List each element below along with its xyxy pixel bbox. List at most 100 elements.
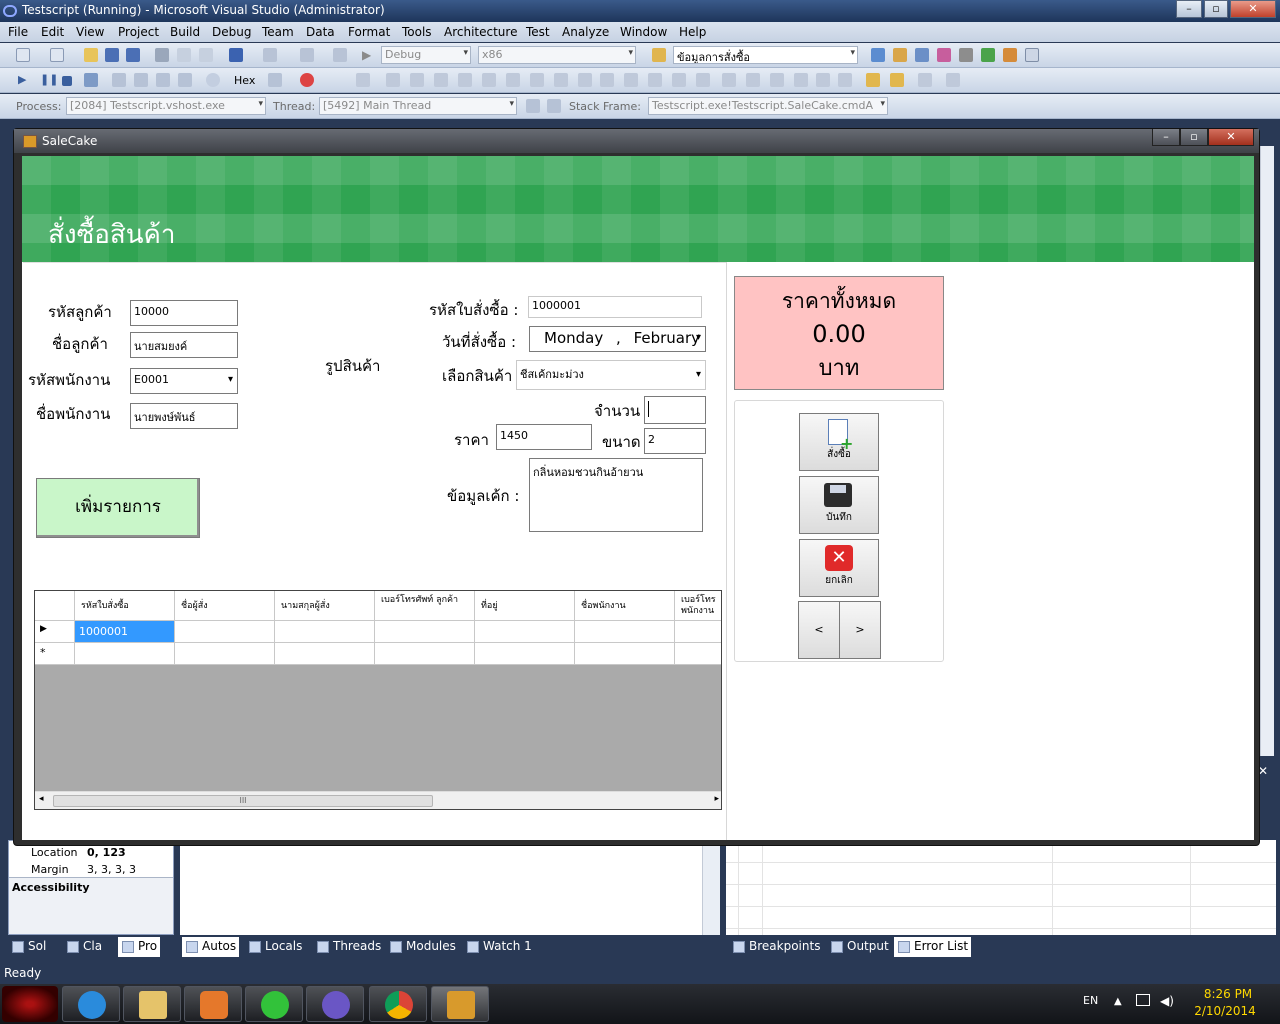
- tab-output[interactable]: Output: [827, 937, 892, 957]
- customer-name-input[interactable]: นายสมยงค์: [130, 332, 238, 358]
- new-project-icon[interactable]: [16, 48, 30, 62]
- menu-build[interactable]: Build: [170, 25, 200, 39]
- find-combo[interactable]: ข้อมูลการสั่งซื้อ ▾: [673, 46, 858, 64]
- prop-location-value[interactable]: 0, 123: [87, 846, 126, 859]
- center-horizontally-icon[interactable]: [816, 73, 830, 87]
- menu-project[interactable]: Project: [118, 25, 159, 39]
- tab-locals[interactable]: Locals: [245, 937, 305, 957]
- continue-icon[interactable]: ▶: [362, 48, 376, 62]
- same-height-icon[interactable]: [554, 73, 568, 87]
- taskbar-chrome[interactable]: [369, 986, 427, 1022]
- stack-frame-combo[interactable]: Testscript.exe!Testscript.SaleCake.cmdA ▾: [648, 97, 888, 115]
- open-folder-icon[interactable]: [84, 48, 98, 62]
- menu-file[interactable]: File: [8, 25, 28, 39]
- size-to-grid-icon[interactable]: [600, 73, 614, 87]
- increase-h-spacing-icon[interactable]: [648, 73, 662, 87]
- tab-breakpoints[interactable]: Breakpoints: [729, 937, 823, 957]
- breakpoints-window-icon[interactable]: [268, 73, 282, 87]
- tray-language[interactable]: EN: [1083, 994, 1098, 1007]
- taskbar-explorer[interactable]: [123, 986, 181, 1022]
- cancel-button[interactable]: ✕ ยกเลิก: [799, 539, 879, 597]
- quick-watch-icon[interactable]: [206, 73, 220, 87]
- add-item-icon[interactable]: [50, 48, 64, 62]
- horizontal-spacing-icon[interactable]: [624, 73, 638, 87]
- align-grid-icon[interactable]: [506, 73, 520, 87]
- table-cell[interactable]: [475, 621, 575, 643]
- align-middles-icon[interactable]: [458, 73, 472, 87]
- order-date-picker[interactable]: Monday , February ▾: [529, 326, 706, 352]
- table-cell-new[interactable]: [675, 643, 721, 665]
- breakpoint-icon[interactable]: [300, 73, 314, 87]
- properties-icon[interactable]: [893, 48, 907, 62]
- menu-tools[interactable]: Tools: [402, 25, 432, 39]
- start-button-icon[interactable]: [2, 986, 58, 1022]
- cut-icon[interactable]: [155, 48, 169, 62]
- step-into-icon[interactable]: [134, 73, 148, 87]
- same-width-icon[interactable]: [530, 73, 544, 87]
- undo-icon[interactable]: [229, 48, 243, 62]
- table-cell-new[interactable]: [175, 643, 275, 665]
- step-over-icon[interactable]: [156, 73, 170, 87]
- remove-h-spacing-icon[interactable]: [696, 73, 710, 87]
- employee-id-combo[interactable]: E0001 ▾: [130, 368, 238, 394]
- grid-header-order-id[interactable]: รหัสใบสั่งซื้อ: [75, 591, 175, 621]
- grid-header-employee-name[interactable]: ชื่อพนักงาน: [575, 591, 675, 621]
- grid-header-address[interactable]: ที่อยู่: [475, 591, 575, 621]
- save-all-icon[interactable]: [126, 48, 140, 62]
- align-centers-icon[interactable]: [386, 73, 400, 87]
- scroll-right-icon[interactable]: ▸: [714, 794, 719, 804]
- vs-minimize-button[interactable]: –: [1176, 0, 1202, 18]
- solution-config-combo[interactable]: Debug ▾: [381, 46, 471, 64]
- flag-thread-icon[interactable]: [526, 99, 540, 113]
- row-selector-new[interactable]: *: [35, 643, 75, 665]
- center-vertically-icon[interactable]: [838, 73, 852, 87]
- grid-header-customer-phone[interactable]: เบอร์โทรศัพท์ ลูกค้า: [375, 591, 475, 621]
- previous-record-button[interactable]: <: [798, 601, 840, 659]
- close-pane-icon[interactable]: ✕: [1258, 764, 1278, 782]
- tab-error-list[interactable]: Error List: [894, 937, 972, 957]
- redo-icon[interactable]: [263, 48, 277, 62]
- salecake-close-button[interactable]: ✕: [1208, 129, 1254, 146]
- autos-vertical-scrollbar[interactable]: [702, 840, 720, 935]
- menu-architecture[interactable]: Architecture: [444, 25, 517, 39]
- tray-show-hidden-icon[interactable]: ▲: [1114, 996, 1122, 1007]
- debug-restart-icon[interactable]: [84, 73, 98, 87]
- taskbar-line[interactable]: [245, 986, 303, 1022]
- solution-explorer-icon[interactable]: [871, 48, 885, 62]
- copy-icon[interactable]: [177, 48, 191, 62]
- grid-header-customer-firstname[interactable]: ชื่อผู้สั่ง: [175, 591, 275, 621]
- table-cell[interactable]: [675, 621, 721, 643]
- menu-team[interactable]: Team: [262, 25, 294, 39]
- tab-solution-explorer[interactable]: Sol: [8, 937, 49, 957]
- menu-window[interactable]: Window: [620, 25, 667, 39]
- price-input[interactable]: 1450: [496, 424, 592, 450]
- table-cell[interactable]: [175, 621, 275, 643]
- tools-icon[interactable]: [959, 48, 973, 62]
- decrease-v-spacing-icon[interactable]: [770, 73, 784, 87]
- tab-autos[interactable]: Autos: [182, 937, 240, 957]
- tab-watch-1[interactable]: Watch 1: [463, 937, 535, 957]
- cake-info-textarea[interactable]: กลิ่นหอมชวนกินอ้ายวน: [529, 458, 703, 532]
- order-id-input[interactable]: 1000001: [528, 296, 702, 318]
- taskbar-media-player[interactable]: [184, 986, 242, 1022]
- start-page-icon[interactable]: [981, 48, 995, 62]
- flag-all-threads-icon[interactable]: [547, 99, 561, 113]
- hex-toggle[interactable]: Hex: [234, 74, 255, 87]
- debug-continue-icon[interactable]: ▶: [18, 73, 32, 87]
- table-cell[interactable]: [275, 621, 375, 643]
- table-cell[interactable]: [575, 621, 675, 643]
- solution-platform-combo[interactable]: x86 ▾: [478, 46, 636, 64]
- menu-debug[interactable]: Debug: [212, 25, 251, 39]
- navigate-backward-icon[interactable]: [300, 48, 314, 62]
- prop-margin-value[interactable]: 3, 3, 3, 3: [87, 863, 136, 876]
- paste-icon[interactable]: [199, 48, 213, 62]
- object-browser-icon[interactable]: [915, 48, 929, 62]
- menu-analyze[interactable]: Analyze: [562, 25, 609, 39]
- extension-manager-icon[interactable]: [1003, 48, 1017, 62]
- debug-stop-icon[interactable]: [62, 76, 72, 86]
- taskbar-visual-studio[interactable]: [306, 986, 364, 1022]
- vs-close-button[interactable]: ✕: [1230, 0, 1276, 18]
- increase-v-spacing-icon[interactable]: [746, 73, 760, 87]
- tab-modules[interactable]: Modules: [386, 937, 459, 957]
- salecake-titlebar[interactable]: SaleCake – ▫ ✕: [14, 129, 1259, 153]
